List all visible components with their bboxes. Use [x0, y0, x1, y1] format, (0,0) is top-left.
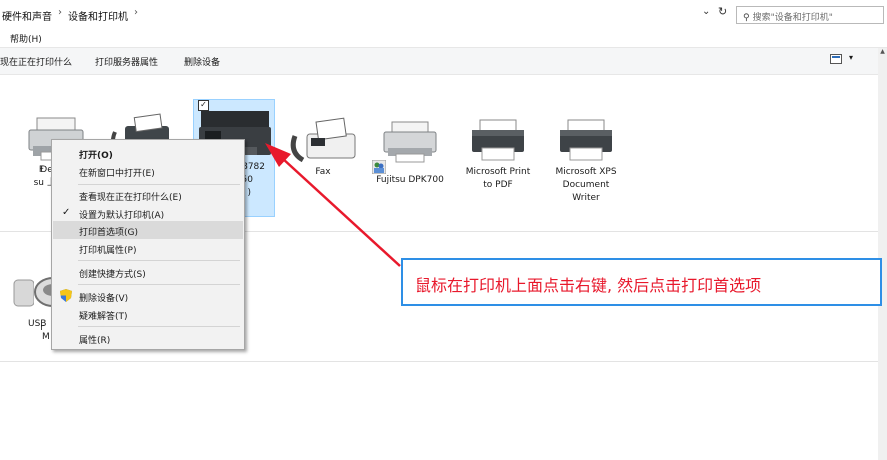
callout-text: 鼠标在打印机上面点击右键, 然后点击打印首选项	[415, 276, 762, 295]
annotation-callout: 鼠标在打印机上面点击右键, 然后点击打印首选项	[401, 258, 882, 306]
annotation-arrow	[265, 143, 401, 267]
